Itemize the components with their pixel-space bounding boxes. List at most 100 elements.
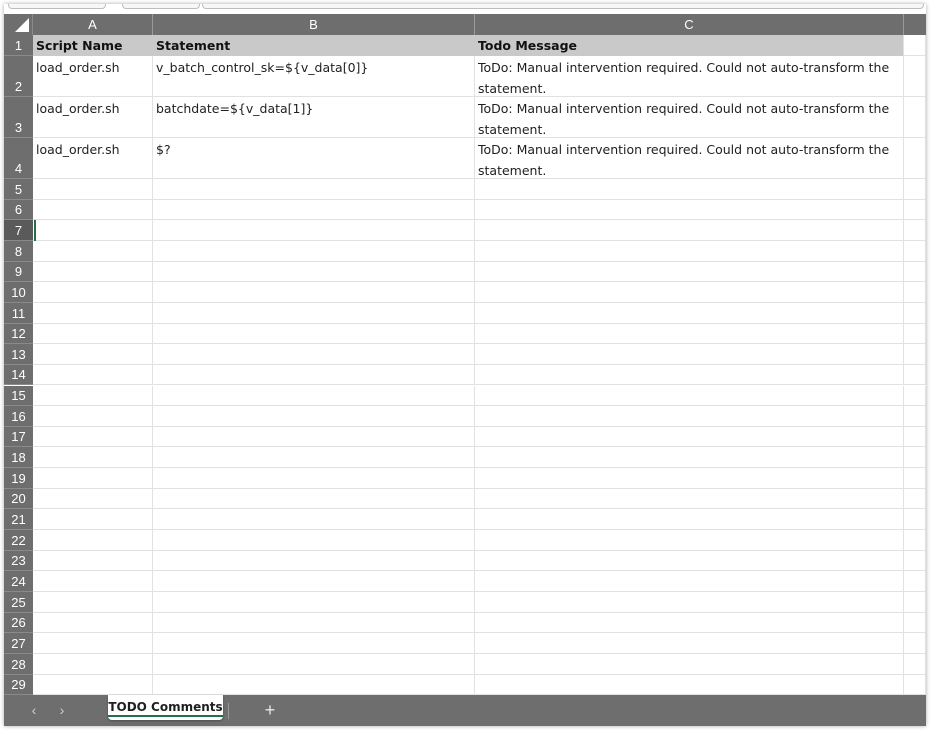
row-header[interactable]: 23 xyxy=(4,550,33,572)
cell[interactable] xyxy=(904,633,926,654)
cell[interactable] xyxy=(33,406,153,427)
row-header[interactable]: 14 xyxy=(4,364,33,386)
cell-todo-message[interactable]: ToDo: Manual intervention required. Coul… xyxy=(475,138,904,179)
cell[interactable] xyxy=(33,468,153,489)
cell[interactable] xyxy=(475,674,904,696)
cell[interactable] xyxy=(153,426,475,448)
cell[interactable] xyxy=(904,240,926,262)
cell[interactable] xyxy=(904,612,926,634)
row-header[interactable]: 9 xyxy=(4,261,33,283)
cell[interactable] xyxy=(904,97,926,138)
cell[interactable] xyxy=(153,571,475,592)
cell[interactable] xyxy=(475,282,904,303)
cell[interactable] xyxy=(153,653,475,675)
cell[interactable] xyxy=(33,592,153,613)
row-header[interactable]: 3 xyxy=(4,97,33,138)
cell[interactable] xyxy=(475,261,904,283)
cell[interactable] xyxy=(904,426,926,448)
cell-statement[interactable]: v_batch_control_sk=${v_data[0]} xyxy=(153,56,475,97)
cell[interactable] xyxy=(904,282,926,303)
cell[interactable] xyxy=(33,550,153,572)
cell[interactable] xyxy=(153,323,475,345)
cell[interactable] xyxy=(153,530,475,551)
cell[interactable] xyxy=(904,35,926,56)
cell[interactable] xyxy=(153,406,475,427)
cell[interactable] xyxy=(33,571,153,592)
cell[interactable] xyxy=(153,592,475,613)
cell[interactable] xyxy=(475,240,904,262)
cell[interactable] xyxy=(475,653,904,675)
row-header[interactable]: 16 xyxy=(4,406,33,427)
select-all-button[interactable] xyxy=(4,14,33,35)
cell[interactable] xyxy=(33,447,153,469)
cell[interactable] xyxy=(904,138,926,179)
cell-script-name[interactable]: load_order.sh xyxy=(33,138,153,179)
cell[interactable] xyxy=(153,385,475,407)
cell[interactable] xyxy=(904,406,926,427)
row-header[interactable]: 21 xyxy=(4,509,33,531)
cell[interactable] xyxy=(475,488,904,510)
cell[interactable] xyxy=(904,653,926,675)
cell-todo-message[interactable]: ToDo: Manual intervention required. Coul… xyxy=(475,56,904,97)
header-statement[interactable]: Statement xyxy=(153,35,475,56)
cell[interactable] xyxy=(904,447,926,469)
cell-todo-message[interactable]: ToDo: Manual intervention required. Coul… xyxy=(475,97,904,138)
cell[interactable] xyxy=(475,179,904,200)
cell[interactable] xyxy=(904,509,926,531)
cell[interactable] xyxy=(33,674,153,696)
next-sheet-icon[interactable]: › xyxy=(54,702,70,718)
cell[interactable] xyxy=(904,56,926,97)
column-header-a[interactable]: A xyxy=(33,14,153,35)
cell-statement[interactable]: $? xyxy=(153,138,475,179)
cell[interactable] xyxy=(904,344,926,365)
cell[interactable] xyxy=(475,426,904,448)
row-header[interactable]: 19 xyxy=(4,468,33,489)
cell[interactable] xyxy=(904,571,926,592)
cell[interactable] xyxy=(153,302,475,324)
cell[interactable] xyxy=(33,385,153,407)
cell[interactable] xyxy=(904,220,926,241)
row-header[interactable]: 5 xyxy=(4,179,33,200)
cell-statement[interactable]: batchdate=${v_data[1]} xyxy=(153,97,475,138)
cell[interactable] xyxy=(475,406,904,427)
cell[interactable] xyxy=(33,612,153,634)
cell[interactable] xyxy=(33,426,153,448)
cell[interactable] xyxy=(475,509,904,531)
cell[interactable] xyxy=(153,282,475,303)
row-header[interactable]: 10 xyxy=(4,282,33,303)
cell[interactable] xyxy=(153,633,475,654)
cell[interactable] xyxy=(153,674,475,696)
cell[interactable] xyxy=(153,179,475,200)
cell[interactable] xyxy=(33,240,153,262)
cell[interactable] xyxy=(33,653,153,675)
cell[interactable] xyxy=(475,530,904,551)
row-header[interactable]: 17 xyxy=(4,426,33,448)
cell[interactable] xyxy=(33,199,153,221)
cell[interactable] xyxy=(153,344,475,365)
cell[interactable] xyxy=(33,509,153,531)
column-header-b[interactable]: B xyxy=(153,14,475,35)
cell[interactable] xyxy=(33,323,153,345)
row-header[interactable]: 8 xyxy=(4,240,33,262)
row-header[interactable]: 24 xyxy=(4,571,33,592)
row-header[interactable]: 2 xyxy=(4,56,33,97)
cell-script-name[interactable]: load_order.sh xyxy=(33,97,153,138)
cell[interactable] xyxy=(153,240,475,262)
cell[interactable] xyxy=(904,199,926,221)
cell[interactable] xyxy=(153,199,475,221)
cell[interactable] xyxy=(475,550,904,572)
cell[interactable] xyxy=(153,261,475,283)
cell[interactable] xyxy=(33,633,153,654)
cell[interactable] xyxy=(475,344,904,365)
cell[interactable] xyxy=(153,488,475,510)
header-script-name[interactable]: Script Name xyxy=(33,35,153,56)
cell[interactable] xyxy=(33,302,153,324)
row-header[interactable]: 6 xyxy=(4,199,33,221)
cell[interactable] xyxy=(904,179,926,200)
cell[interactable] xyxy=(153,447,475,469)
cell[interactable] xyxy=(33,220,153,241)
cell[interactable] xyxy=(153,468,475,489)
cell[interactable] xyxy=(475,199,904,221)
cell[interactable] xyxy=(475,571,904,592)
cell[interactable] xyxy=(33,179,153,200)
